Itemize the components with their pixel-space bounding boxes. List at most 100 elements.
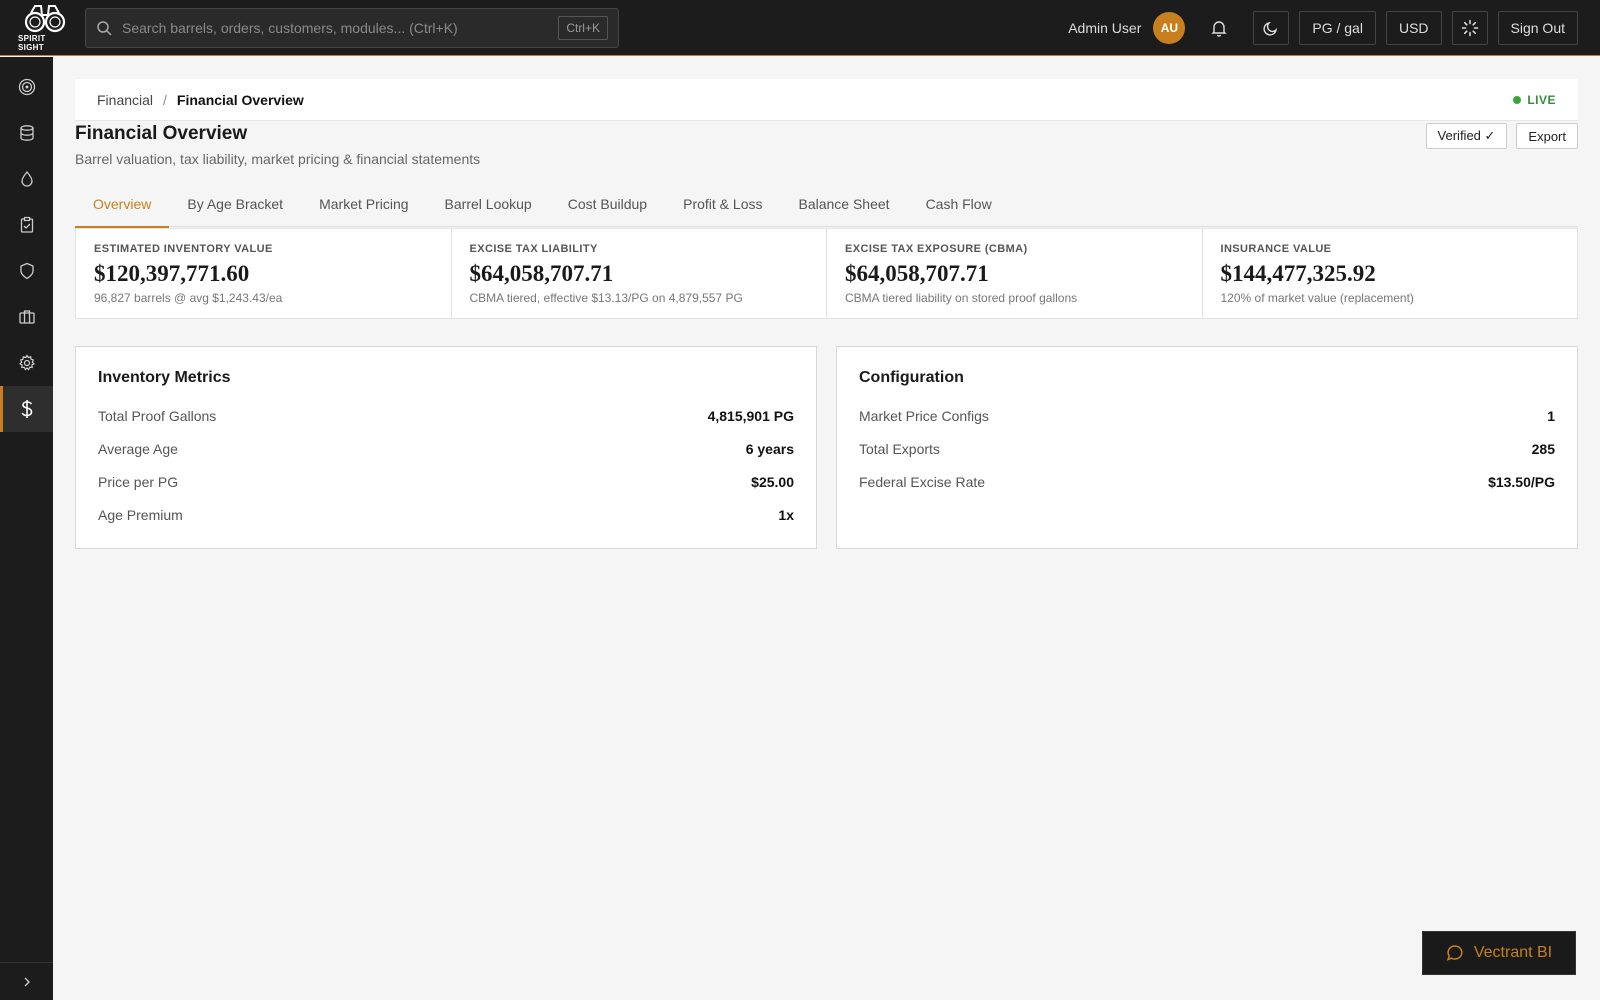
metric-label: Average Age	[98, 440, 178, 457]
top-bar-actions: Admin User AU PG / gal USD Sign Out	[1068, 10, 1578, 46]
user-name[interactable]: Admin User	[1068, 20, 1141, 36]
loading-button[interactable]	[1451, 11, 1488, 45]
sidebar-item-dashboard[interactable]	[0, 64, 53, 110]
bell-icon	[1211, 21, 1228, 37]
breadcrumb-parent[interactable]: Financial	[97, 92, 153, 108]
search-input[interactable]: Search barrels, orders, customers, modul…	[122, 20, 558, 36]
chat-button-label: Vectrant BI	[1473, 944, 1553, 961]
tab-balance-sheet[interactable]: Balance Sheet	[780, 181, 907, 227]
config-label: Total Exports	[859, 440, 940, 457]
unit-toggle-button[interactable]: PG / gal	[1299, 11, 1376, 45]
kpi-value: $64,058,707.71	[845, 261, 989, 286]
app-logo[interactable]: SPIRIT SIGHT	[18, 0, 71, 56]
sidebar-expand-button[interactable]	[0, 962, 53, 1000]
kpi-label: EXCISE TAX EXPOSURE (CBMA)	[845, 243, 1028, 255]
header-actions: Verified ✓ Export	[1425, 123, 1578, 149]
metric-value: $25.00	[751, 473, 794, 490]
vectrant-bi-chat-button[interactable]: Vectrant BI	[1422, 931, 1576, 975]
currency-toggle-button[interactable]: USD	[1385, 11, 1442, 45]
chevron-right-icon	[24, 977, 30, 986]
tab-barrel-lookup[interactable]: Barrel Lookup	[427, 181, 550, 227]
detail-cards: Inventory Metrics Total Proof Gallons 4,…	[75, 346, 1578, 549]
tab-cost-buildup[interactable]: Cost Buildup	[550, 181, 665, 227]
live-dot-icon	[1513, 95, 1522, 104]
briefcase-icon	[18, 310, 35, 324]
config-row: Total Exports 285	[859, 432, 1555, 465]
breadcrumb-current: Financial Overview	[176, 91, 304, 108]
kpi-subtext: CBMA tiered liability on stored proof ga…	[845, 291, 1078, 305]
configuration-card: Configuration Market Price Configs 1 Tot…	[836, 346, 1578, 549]
kpi-excise-tax-exposure: EXCISE TAX EXPOSURE (CBMA) $64,058,707.7…	[827, 229, 1203, 318]
sidebar-item-sales[interactable]	[0, 294, 53, 340]
metric-value: 6 years	[745, 440, 794, 457]
kpi-subtext: 120% of market value (replacement)	[1220, 291, 1414, 305]
page-subtitle: Barrel valuation, tax liability, market …	[75, 151, 481, 167]
tab-by-age-bracket[interactable]: By Age Bracket	[169, 181, 301, 227]
metric-row: Total Proof Gallons 4,815,901 PG	[98, 399, 794, 432]
kpi-inventory-value: ESTIMATED INVENTORY VALUE $120,397,771.6…	[76, 229, 452, 318]
theme-toggle-button[interactable]	[1253, 11, 1290, 45]
verified-button[interactable]: Verified ✓	[1425, 123, 1508, 149]
spinner-icon	[1461, 19, 1478, 37]
breadcrumb: Financial / Financial Overview LIVE	[75, 79, 1578, 121]
notifications-button[interactable]	[1201, 11, 1237, 45]
target-icon	[18, 78, 35, 96]
metric-label: Age Premium	[98, 506, 183, 523]
card-title: Inventory Metrics	[98, 369, 231, 386]
metric-label: Price per PG	[98, 473, 179, 490]
metric-row: Age Premium 1x	[98, 498, 794, 531]
inventory-metrics-card: Inventory Metrics Total Proof Gallons 4,…	[75, 346, 817, 549]
metric-label: Total Proof Gallons	[98, 407, 217, 424]
kpi-value: $64,058,707.71	[469, 261, 614, 286]
sidebar-item-financial[interactable]	[0, 386, 53, 432]
breadcrumb-separator: /	[163, 91, 167, 108]
config-value: 1	[1547, 407, 1555, 424]
sign-out-button[interactable]: Sign Out	[1497, 11, 1578, 45]
kpi-label: INSURANCE VALUE	[1220, 243, 1332, 255]
metric-row: Price per PG $25.00	[98, 465, 794, 498]
export-button[interactable]: Export	[1516, 123, 1578, 149]
live-status: LIVE	[1513, 93, 1556, 107]
clipboard-check-icon	[20, 216, 33, 233]
sidebar-item-inventory[interactable]	[0, 110, 53, 156]
config-label: Federal Excise Rate	[859, 473, 986, 490]
kpi-label: ESTIMATED INVENTORY VALUE	[94, 243, 273, 255]
app-name: SPIRIT SIGHT	[18, 34, 46, 52]
page-title: Financial Overview	[75, 123, 248, 144]
kpi-subtext: 96,827 barrels @ avg $1,243.43/ea	[94, 291, 283, 305]
kpi-strip: ESTIMATED INVENTORY VALUE $120,397,771.6…	[75, 228, 1578, 319]
tab-profit-loss[interactable]: Profit & Loss	[665, 181, 780, 227]
shield-icon	[19, 262, 34, 280]
tab-market-pricing[interactable]: Market Pricing	[301, 181, 426, 227]
kpi-excise-tax-liability: EXCISE TAX LIABILITY $64,058,707.71 CBMA…	[452, 229, 827, 318]
search-shortcut-hint: Ctrl+K	[558, 16, 608, 40]
card-title: Configuration	[859, 369, 964, 386]
avatar[interactable]: AU	[1153, 12, 1186, 44]
page-header: Financial Overview Barrel valuation, tax…	[75, 121, 1578, 181]
sidebar-item-tasks[interactable]	[0, 202, 53, 248]
main-content: Financial / Financial Overview LIVE Fina…	[75, 79, 1578, 549]
config-value: 285	[1531, 440, 1555, 457]
kpi-value: $144,477,325.92	[1220, 261, 1376, 286]
config-value: $13.50/PG	[1488, 473, 1555, 490]
metric-value: 4,815,901 PG	[707, 407, 794, 424]
droplet-icon	[20, 170, 33, 187]
sidebar-item-compliance[interactable]	[0, 248, 53, 294]
moon-icon	[1263, 21, 1278, 36]
kpi-label: EXCISE TAX LIABILITY	[469, 243, 598, 255]
dollar-icon	[20, 400, 32, 418]
live-label: LIVE	[1527, 92, 1556, 107]
sidebar-item-production[interactable]	[0, 156, 53, 202]
tab-overview[interactable]: Overview	[75, 181, 170, 228]
sidebar-item-settings[interactable]	[0, 340, 53, 386]
global-search[interactable]: Search barrels, orders, customers, modul…	[85, 8, 619, 48]
search-icon	[97, 21, 112, 36]
binoculars-logo-icon	[24, 5, 65, 33]
database-icon	[19, 125, 34, 141]
kpi-insurance-value: INSURANCE VALUE $144,477,325.92 120% of …	[1203, 229, 1578, 318]
metric-value: 1x	[778, 506, 794, 523]
sidebar	[0, 57, 53, 1000]
kpi-subtext: CBMA tiered, effective $13.13/PG on 4,87…	[469, 291, 743, 305]
metric-row: Average Age 6 years	[98, 432, 794, 465]
tab-cash-flow[interactable]: Cash Flow	[908, 181, 1010, 227]
